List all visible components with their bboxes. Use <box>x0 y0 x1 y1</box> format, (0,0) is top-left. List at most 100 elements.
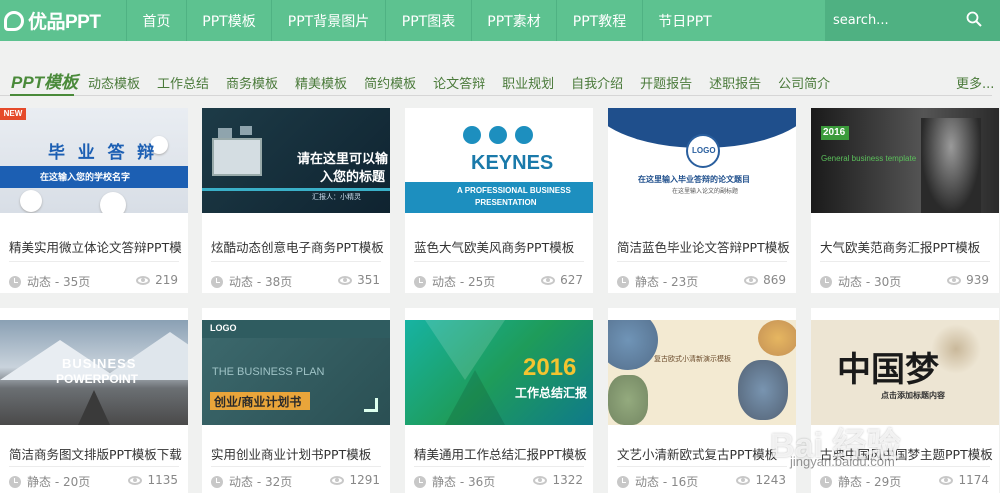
card-views: 219 <box>136 273 178 287</box>
template-card[interactable]: KEYNES A PROFESSIONAL BUSINESS PRESENTAT… <box>405 108 593 293</box>
card-title[interactable]: 文艺小清新欧式复古PPT模板 <box>617 444 791 463</box>
card-title[interactable]: 精美实用微立体论文答辩PPT模 <box>9 237 183 256</box>
card-thumbnail[interactable]: 复古欧式小清新演示模板 <box>608 320 796 425</box>
card-thumbnail[interactable]: 毕 业 答 辩 在这输入您的学校名字 NEW <box>0 108 188 213</box>
card-thumbnail[interactable]: 中国梦 点击添加标题内容 <box>811 320 999 425</box>
view-count: 219 <box>155 273 178 287</box>
thumb-headline: 在这里输入毕业答辩的论文题目 <box>638 175 750 184</box>
view-count: 1174 <box>958 473 989 487</box>
eye-icon <box>136 275 151 285</box>
thumb-subline: 创业/商业计划书 <box>214 395 302 409</box>
category-link-career-planning[interactable]: 职业规划 <box>502 73 554 92</box>
card-title[interactable]: 大气欧美范商务汇报PPT模板 <box>820 237 994 256</box>
category-link-duty-report[interactable]: 述职报告 <box>709 73 761 92</box>
category-title-underline <box>10 94 74 96</box>
card-type-pages: 动态 - 35页 <box>27 275 91 289</box>
thumb-subline: 在这输入您的学校名字 <box>40 172 131 182</box>
card-thumbnail[interactable]: 2016 General business template <box>811 108 999 213</box>
clock-icon <box>820 475 832 488</box>
card-title[interactable]: 简洁蓝色毕业论文答辩PPT模板 <box>617 237 791 256</box>
template-card[interactable]: 2016 General business template 大气欧美范商务汇报… <box>811 108 999 293</box>
clock-icon <box>211 275 223 288</box>
search-input[interactable] <box>833 5 968 36</box>
nav-ppt-backgrounds[interactable]: PPT背景图片 <box>271 0 385 41</box>
top-nav: 优品PPT 首页 PPT模板 PPT背景图片 PPT图表 PPT素材 PPT教程… <box>0 0 1000 41</box>
thumb-subline: A PROFESSIONAL BUSINESS <box>457 186 571 195</box>
card-type-pages: 静态 - 20页 <box>27 475 91 489</box>
thumb-subline: 入您的标题 <box>320 169 386 184</box>
template-card[interactable]: 2016 工作总结汇报 精美通用工作总结汇报PPT模板 静态 - 36页 132… <box>405 308 593 493</box>
card-meta: 静态 - 29页 <box>820 473 901 490</box>
category-link-self-intro[interactable]: 自我介绍 <box>571 73 623 92</box>
thumb-headline: THE BUSINESS PLAN <box>212 366 325 378</box>
category-link-thesis-defense[interactable]: 论文答辩 <box>433 73 485 92</box>
template-card[interactable]: LOGO 在这里输入毕业答辩的论文题目 在这里输入论文的副标题 简洁蓝色毕业论文… <box>608 108 796 293</box>
view-count: 869 <box>763 273 786 287</box>
thumb-year: 2016 <box>823 127 846 138</box>
more-link[interactable]: 更多... <box>956 73 994 92</box>
card-thumbnail[interactable]: LOGO THE BUSINESS PLAN 创业/商业计划书 <box>202 320 390 425</box>
category-link-work-summary[interactable]: 工作总结 <box>157 73 209 92</box>
card-title[interactable]: 炫酷动态创意电子商务PPT模板 <box>211 237 385 256</box>
clock-icon <box>9 275 21 288</box>
template-card[interactable]: LOGO THE BUSINESS PLAN 创业/商业计划书 实用创业商业计划… <box>202 308 390 493</box>
card-type-pages: 动态 - 38页 <box>229 275 293 289</box>
card-views: 939 <box>947 273 989 287</box>
clock-icon <box>617 275 629 288</box>
card-meta: 动态 - 25页 <box>414 273 495 290</box>
card-title[interactable]: 精美通用工作总结汇报PPT模板 <box>414 444 588 463</box>
category-link-exquisite[interactable]: 精美模板 <box>295 73 347 92</box>
card-type-pages: 静态 - 36页 <box>432 475 496 489</box>
card-thumbnail[interactable]: KEYNES A PROFESSIONAL BUSINESS PRESENTAT… <box>405 108 593 213</box>
nav-ppt-materials[interactable]: PPT素材 <box>471 0 556 41</box>
thumb-headline: 工作总结汇报 <box>515 386 588 400</box>
eye-icon <box>338 275 353 285</box>
nav-holiday-ppt[interactable]: 节日PPT <box>642 0 727 41</box>
eye-icon <box>939 475 954 485</box>
nav-home[interactable]: 首页 <box>126 0 186 41</box>
view-count: 1135 <box>147 473 178 487</box>
nav-ppt-charts[interactable]: PPT图表 <box>385 0 471 41</box>
card-type-pages: 动态 - 32页 <box>229 475 293 489</box>
card-thumbnail[interactable]: BUSINESS POWERPOINT <box>0 320 188 425</box>
category-link-proposal-report[interactable]: 开题报告 <box>640 73 692 92</box>
card-divider <box>211 466 381 467</box>
site-logo[interactable]: 优品PPT <box>0 0 126 41</box>
template-card[interactable]: BUSINESS POWERPOINT 简洁商务图文排版PPT模板下载 静态 -… <box>0 308 188 493</box>
thumb-headline: 请在这里可以输 <box>297 151 389 166</box>
view-count: 1291 <box>349 473 380 487</box>
category-link-business[interactable]: 商务模板 <box>226 73 278 92</box>
view-count: 627 <box>560 273 583 287</box>
template-card[interactable]: 复古欧式小清新演示模板 文艺小清新欧式复古PPT模板 动态 - 16页 1243 <box>608 308 796 493</box>
nav-ppt-tutorials[interactable]: PPT教程 <box>556 0 642 41</box>
card-thumbnail[interactable]: LOGO 在这里输入毕业答辩的论文题目 在这里输入论文的副标题 <box>608 108 796 213</box>
category-link-company-profile[interactable]: 公司简介 <box>778 73 830 92</box>
card-views: 1322 <box>533 473 583 487</box>
card-title[interactable]: 实用创业商业计划书PPT模板 <box>211 444 385 463</box>
card-views: 1243 <box>736 473 786 487</box>
eye-icon <box>736 475 751 485</box>
category-link-simple[interactable]: 简约模板 <box>364 73 416 92</box>
thumb-subline: 在这里输入论文的副标题 <box>672 189 739 195</box>
baidu-watermark-url: jingyan.baidu.com <box>790 454 895 469</box>
nav-ppt-templates[interactable]: PPT模板 <box>186 0 271 41</box>
card-views: 351 <box>338 273 380 287</box>
card-thumbnail[interactable]: 2016 工作总结汇报 <box>405 320 593 425</box>
card-thumbnail[interactable]: 请在这里可以输 入您的标题 汇报人：小精灵 <box>202 108 390 213</box>
category-link-dynamic[interactable]: 动态模板 <box>88 73 140 92</box>
card-divider <box>211 261 381 262</box>
card-meta: 动态 - 32页 <box>211 473 292 490</box>
card-title[interactable]: 简洁商务图文排版PPT模板下载 <box>9 444 183 463</box>
view-count: 1243 <box>755 473 786 487</box>
card-views: 869 <box>744 273 786 287</box>
template-card[interactable]: 请在这里可以输 入您的标题 汇报人：小精灵 炫酷动态创意电子商务PPT模板 动态… <box>202 108 390 293</box>
card-views: 1291 <box>330 473 380 487</box>
clock-icon <box>617 475 629 488</box>
card-divider <box>617 466 787 467</box>
card-divider <box>414 261 584 262</box>
thumb-reporter: 汇报人：小精灵 <box>312 194 361 201</box>
card-divider <box>9 466 179 467</box>
card-title[interactable]: 蓝色大气欧美风商务PPT模板 <box>414 237 588 256</box>
search-icon[interactable] <box>966 11 982 27</box>
template-card[interactable]: 毕 业 答 辩 在这输入您的学校名字 NEW 精美实用微立体论文答辩PPT模 动… <box>0 108 188 293</box>
